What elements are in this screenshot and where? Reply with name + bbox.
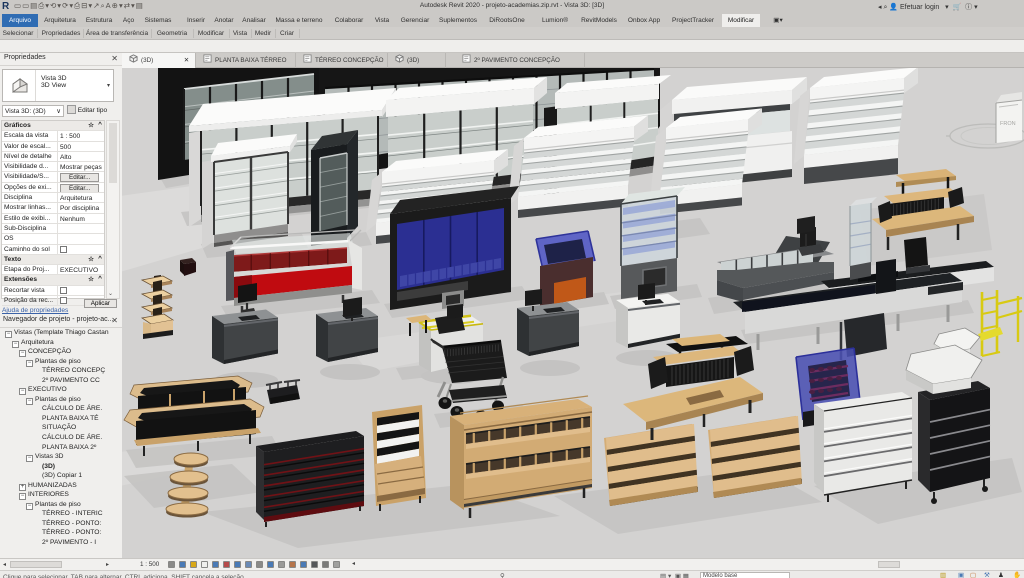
svg-text:FRON: FRON: [1000, 121, 1016, 127]
